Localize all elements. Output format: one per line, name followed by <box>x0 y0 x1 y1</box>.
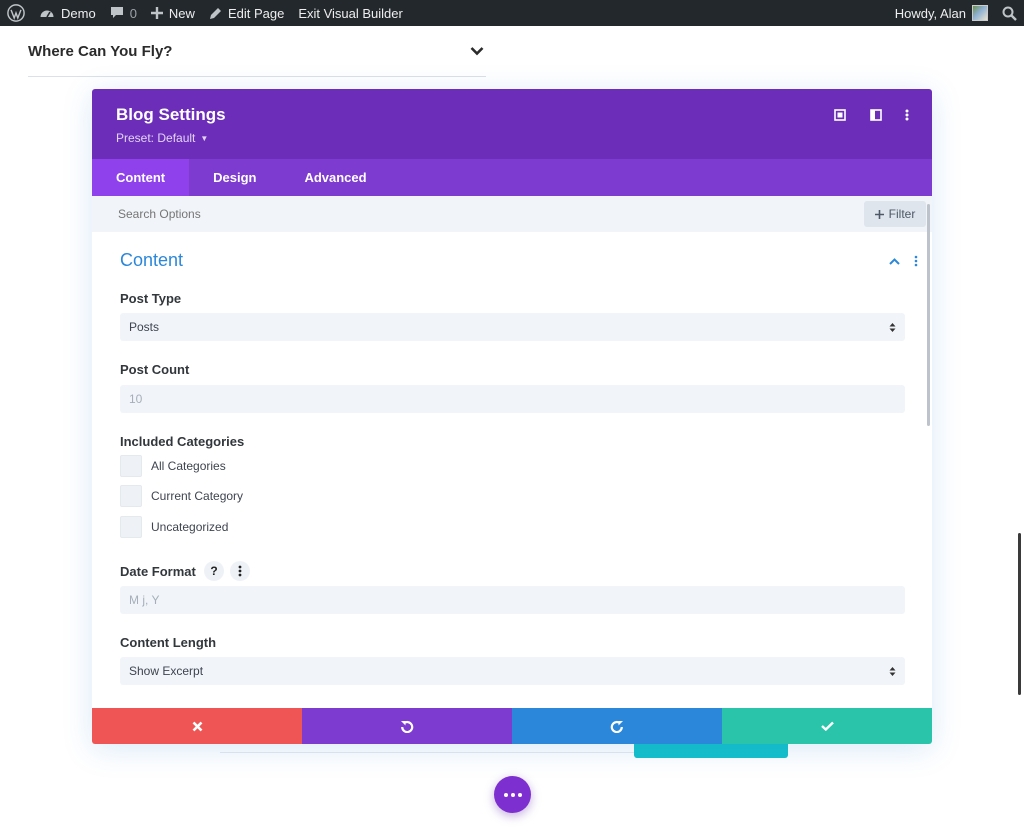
date-format-label: Date Format <box>120 564 196 579</box>
account-menu[interactable]: Howdy, Alan <box>888 0 995 26</box>
comments-link[interactable]: 0 <box>103 0 144 26</box>
discard-button[interactable] <box>92 708 302 744</box>
tab-design[interactable]: Design <box>189 159 280 196</box>
expand-modal-button[interactable] <box>869 108 883 122</box>
wordpress-icon <box>7 4 25 22</box>
preset-label: Preset: Default <box>116 131 196 145</box>
help-button[interactable]: ? <box>204 561 224 581</box>
checkbox[interactable] <box>120 485 142 507</box>
window-icon <box>834 109 846 121</box>
more-vertical-icon <box>905 109 909 121</box>
search-icon <box>1002 6 1017 21</box>
section-controls <box>889 255 918 267</box>
included-categories-label: Included Categories <box>120 434 245 449</box>
blog-settings-modal: Blog Settings Preset: Default ▼ Content … <box>92 89 932 744</box>
plus-icon <box>874 209 884 219</box>
pencil-icon <box>209 7 221 19</box>
edit-page-label: Edit Page <box>227 5 285 21</box>
tab-content[interactable]: Content <box>92 159 190 196</box>
date-format-placeholder: M j, Y <box>129 593 160 607</box>
modal-header[interactable]: Blog Settings Preset: Default ▼ <box>92 89 932 159</box>
redo-button[interactable] <box>512 708 722 744</box>
tab-advanced[interactable]: Advanced <box>280 159 390 196</box>
new-label: New <box>168 5 195 21</box>
category-label: All Categories <box>151 459 226 473</box>
exit-visual-builder-link[interactable]: Exit Visual Builder <box>291 0 410 26</box>
edit-page-link[interactable]: Edit Page <box>202 0 291 26</box>
field-options-button[interactable] <box>230 561 250 581</box>
page-scrollbar[interactable] <box>1018 533 1021 695</box>
comment-icon <box>110 7 123 18</box>
save-button[interactable] <box>722 708 932 744</box>
search-bar: Filter <box>92 196 932 232</box>
post-type-select[interactable]: Posts <box>120 313 905 341</box>
caret-down-icon: ▼ <box>200 133 209 143</box>
redo-icon <box>610 720 623 733</box>
filter-button[interactable]: Filter <box>864 201 926 227</box>
search-options-input[interactable] <box>118 207 518 221</box>
faq-toggle[interactable]: Where Can You Fly? <box>28 26 486 77</box>
post-type-label: Post Type <box>120 291 182 306</box>
wordpress-logo-button[interactable] <box>0 0 32 26</box>
snap-to-window-button[interactable] <box>833 108 847 122</box>
date-format-input[interactable]: M j, Y <box>120 586 905 614</box>
category-option[interactable]: Uncategorized <box>120 516 228 538</box>
dot-icon <box>517 792 522 797</box>
search-toggle[interactable] <box>995 0 1024 26</box>
select-arrows-icon <box>889 666 896 677</box>
comments-count: 0 <box>129 5 137 21</box>
new-content-link[interactable]: New <box>144 0 202 26</box>
post-count-input[interactable]: 10 <box>120 385 905 413</box>
more-vertical-icon <box>238 565 242 577</box>
check-icon <box>820 721 834 731</box>
select-arrows-icon <box>889 322 896 333</box>
dot-icon <box>503 792 508 797</box>
content-length-label: Content Length <box>120 635 217 650</box>
modal-options-button[interactable] <box>900 108 914 122</box>
checkbox[interactable] <box>120 455 142 477</box>
modal-tabs: Content Design Advanced <box>92 159 932 196</box>
post-count-label: Post Count <box>120 362 190 377</box>
chevron-up-icon[interactable] <box>889 257 900 265</box>
page-settings-button[interactable] <box>494 776 531 813</box>
post-count-placeholder: 10 <box>129 392 143 406</box>
preset-dropdown[interactable]: Preset: Default ▼ <box>116 131 208 145</box>
undo-icon <box>401 720 414 733</box>
avatar <box>972 5 988 21</box>
category-label: Current Category <box>151 489 244 503</box>
category-label: Uncategorized <box>151 520 229 534</box>
category-option[interactable]: Current Category <box>120 485 243 507</box>
modal-scrollbar[interactable] <box>927 204 930 426</box>
plus-icon <box>150 7 163 19</box>
more-vertical-icon[interactable] <box>914 255 918 267</box>
site-name-link[interactable]: Demo <box>32 0 103 26</box>
background-divider <box>220 752 635 753</box>
help-icon: ? <box>210 564 218 578</box>
sidebar-icon <box>870 109 882 121</box>
site-name: Demo <box>61 5 96 21</box>
filter-label: Filter <box>888 207 916 221</box>
admin-bar: Demo 0 New Edit Page Exit Visual Builder… <box>0 0 1024 26</box>
close-icon <box>192 721 202 731</box>
dashboard-icon <box>40 10 54 18</box>
dot-icon <box>510 792 515 797</box>
modal-title: Blog Settings <box>116 105 226 124</box>
undo-button[interactable] <box>302 708 512 744</box>
modal-footer <box>92 708 932 744</box>
content-length-value: Show Excerpt <box>129 664 204 678</box>
checkbox[interactable] <box>120 516 142 538</box>
post-type-value: Posts <box>129 320 160 334</box>
content-length-select[interactable]: Show Excerpt <box>120 657 905 685</box>
faq-title: Where Can You Fly? <box>28 42 173 60</box>
section-title[interactable]: Content <box>120 250 183 271</box>
exit-visual-builder-label: Exit Visual Builder <box>298 5 403 21</box>
category-option[interactable]: All Categories <box>120 455 226 477</box>
greeting: Howdy, Alan <box>894 5 966 21</box>
chevron-down-icon <box>470 47 484 56</box>
